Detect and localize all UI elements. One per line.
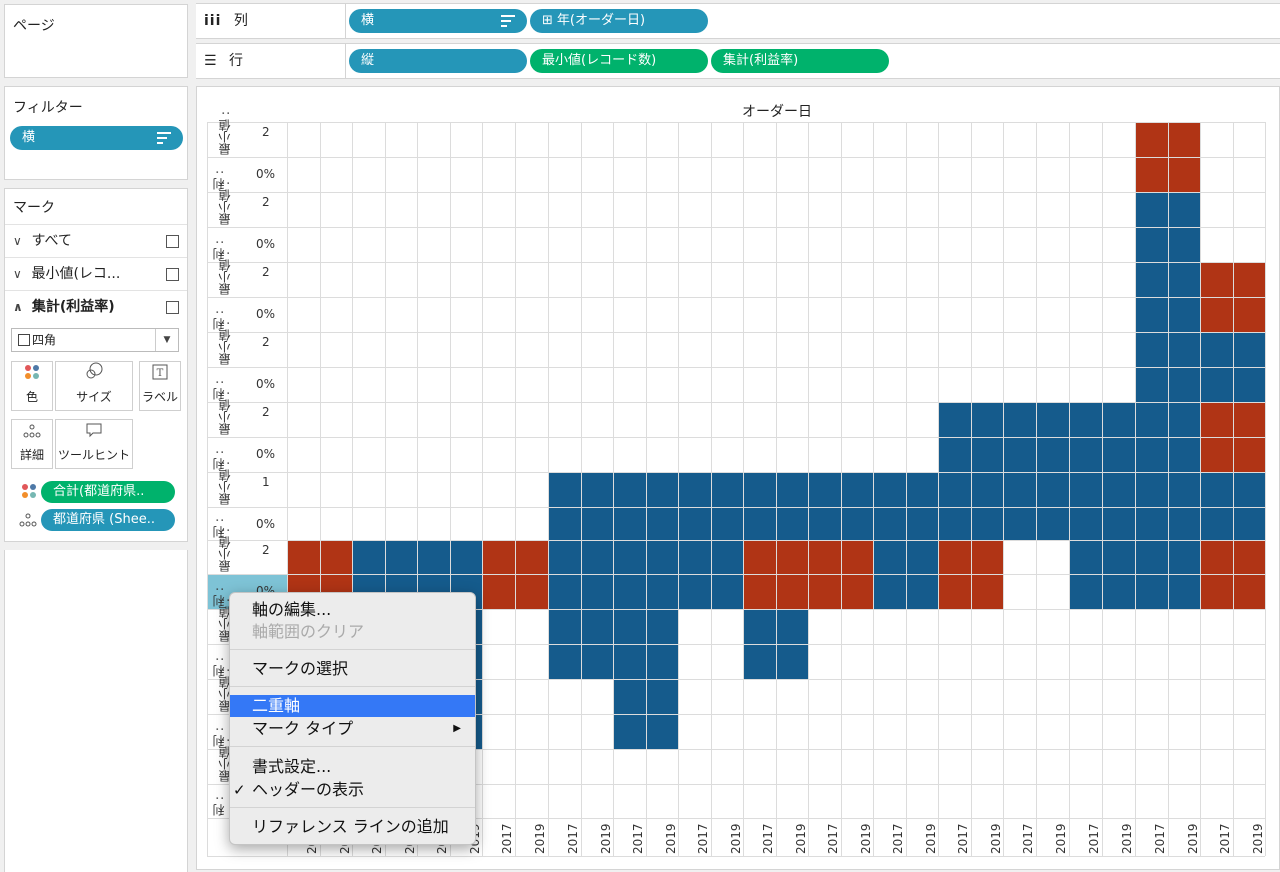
menu-item-format[interactable]: 書式設定... — [230, 756, 475, 778]
color-field-label: 合計(都道府県.. — [53, 484, 145, 499]
dropdown-arrow-icon: ▼ — [155, 329, 178, 351]
row-pill-tate[interactable]: 縦 — [349, 49, 527, 73]
plus-square-icon: ⊞ — [542, 13, 553, 28]
column-pill-year-order-date[interactable]: ⊞ 年(オーダー日) — [530, 9, 708, 33]
label-button[interactable]: T ラベル — [139, 361, 181, 411]
row-pill-label: 縦 — [361, 53, 375, 68]
detail-button[interactable]: 詳細 — [11, 419, 53, 469]
size-button[interactable]: サイズ — [55, 361, 133, 411]
marks-row-all[interactable]: ∨ すべて — [5, 224, 187, 257]
svg-text:T: T — [157, 368, 164, 379]
menu-item-clear-axis-range: 軸範囲のクリア — [252, 622, 365, 641]
rows-icon: ☰ — [204, 53, 217, 69]
mark-type-value: 四角 — [32, 333, 57, 347]
color-label: 色 — [25, 390, 38, 404]
menu-item-add-reference-line[interactable]: リファレンス ラインの追加 — [230, 816, 475, 838]
filters-title: フィルター — [13, 100, 83, 116]
chevron-down-icon: ∨ — [13, 234, 22, 248]
size-label: サイズ — [76, 390, 112, 404]
column-header-title: オーダー日 — [742, 104, 812, 120]
mark-type-dropdown[interactable]: 四角 ▼ — [11, 328, 179, 352]
filter-pill-label: 横 — [22, 130, 36, 145]
color-button[interactable]: 色 — [11, 361, 53, 411]
column-pill-label: 年(オーダー日) — [556, 13, 646, 28]
marks-row-min-records[interactable]: ∨ 最小値(レコ... — [5, 257, 187, 290]
square-icon — [18, 334, 30, 346]
checkbox[interactable] — [166, 301, 179, 314]
tooltip-icon — [56, 420, 132, 446]
menu-item-select-marks[interactable]: マークの選択 — [230, 658, 475, 680]
color-icon — [12, 362, 52, 388]
menu-item-mark-type[interactable]: マーク タイプ ▶ — [230, 718, 475, 740]
pages-panel: ページ — [4, 4, 188, 78]
checkbox[interactable] — [166, 268, 179, 281]
menu-item-label: ヘッダーの表示 — [252, 780, 365, 799]
chevron-up-icon: ∧ — [13, 300, 23, 314]
tooltip-button[interactable]: ツールヒント — [55, 419, 133, 469]
rows-shelf-label: ☰ 行 — [196, 44, 346, 78]
menu-separator — [230, 686, 475, 687]
context-menu[interactable]: 軸の編集... 軸範囲のクリア マークの選択 二重軸 マーク タイプ ▶ 書式設… — [229, 592, 476, 845]
columns-label: 列 — [233, 13, 248, 29]
columns-icon: iii — [204, 13, 222, 29]
left-sidebar-bg — [4, 550, 188, 872]
label-label: ラベル — [141, 390, 178, 404]
menu-item-label: マーク タイプ — [252, 719, 354, 738]
marks-row-label: 最小値(レコ... — [31, 266, 121, 282]
label-icon: T — [140, 362, 180, 388]
size-icon — [56, 362, 132, 388]
detail-field-pill[interactable]: 都道府県 (Shee.. — [41, 509, 175, 531]
menu-separator — [230, 649, 475, 650]
menu-item-dual-axis[interactable]: 二重軸 — [230, 695, 475, 717]
menu-item-show-header[interactable]: ✓ ヘッダーの表示 — [230, 779, 475, 801]
detail-label: 詳細 — [19, 448, 44, 462]
marks-row-label: 集計(利益率) — [31, 299, 115, 315]
row-pill-label: 集計(利益率) — [723, 53, 799, 68]
rows-label: 行 — [229, 53, 244, 69]
row-pill-min-records[interactable]: 最小値(レコード数) — [530, 49, 708, 73]
row-pill-profit-ratio[interactable]: 集計(利益率) — [711, 49, 889, 73]
sort-icon — [501, 15, 515, 27]
columns-shelf-label: iii 列 — [196, 4, 346, 38]
color-field-icon — [21, 483, 37, 503]
detail-icon — [12, 420, 52, 446]
chevron-down-icon: ∨ — [13, 267, 22, 281]
menu-separator — [230, 746, 475, 747]
column-pill-label: 横 — [361, 13, 375, 28]
rows-shelf[interactable]: ☰ 行 縦 最小値(レコード数) 集計(利益率) — [196, 43, 1280, 79]
filter-icon — [157, 132, 171, 144]
marks-panel: マーク ∨ すべて ∨ 最小値(レコ... ∧ 集計(利益率) 四角 ▼ 色 サ… — [4, 188, 188, 542]
menu-item-edit-axis[interactable]: 軸の編集... — [230, 599, 475, 621]
tooltip-label: ツールヒント — [57, 448, 130, 462]
checkmark-icon: ✓ — [233, 781, 246, 799]
detail-field-icon — [19, 513, 37, 531]
color-field-pill[interactable]: 合計(都道府県.. — [41, 481, 175, 503]
filter-pill-yoko[interactable]: 横 — [10, 126, 183, 150]
checkbox[interactable] — [166, 235, 179, 248]
menu-separator — [230, 807, 475, 808]
detail-field-label: 都道府県 (Shee.. — [53, 512, 155, 527]
column-pill-yoko[interactable]: 横 — [349, 9, 527, 33]
row-pill-label: 最小値(レコード数) — [542, 53, 657, 68]
columns-shelf[interactable]: iii 列 横 ⊞ 年(オーダー日) — [196, 3, 1280, 39]
filters-panel: フィルター 横 — [4, 86, 188, 180]
marks-row-profit-ratio[interactable]: ∧ 集計(利益率) — [5, 290, 187, 323]
marks-title: マーク — [13, 200, 55, 216]
marks-row-label: すべて — [31, 233, 72, 249]
pages-title: ページ — [13, 18, 55, 34]
submenu-arrow-icon: ▶ — [453, 723, 461, 734]
